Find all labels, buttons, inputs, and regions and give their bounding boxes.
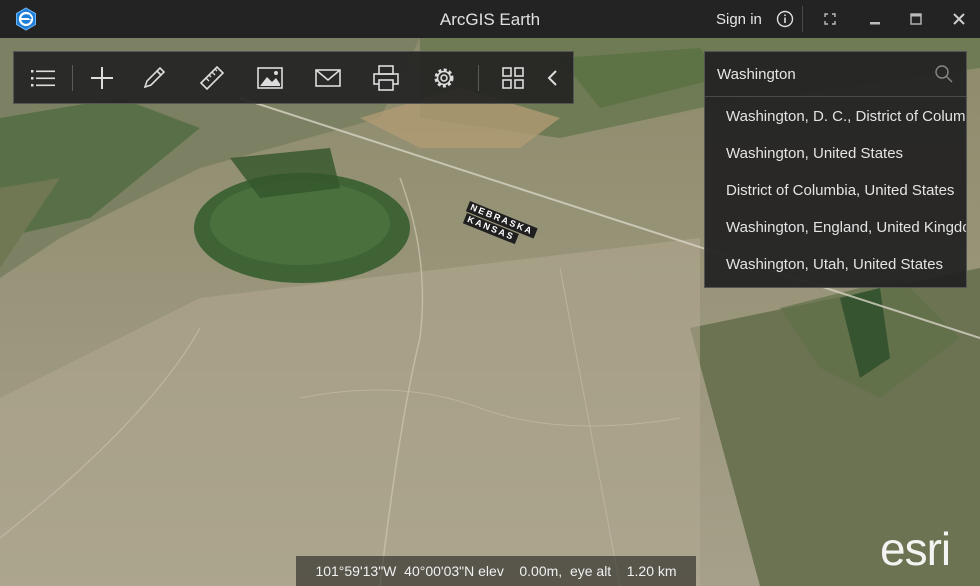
menu-icon bbox=[31, 70, 55, 87]
minimize-icon[interactable] bbox=[864, 8, 886, 30]
maximize-icon[interactable] bbox=[905, 8, 927, 30]
info-icon[interactable] bbox=[774, 8, 796, 30]
menu-button[interactable] bbox=[28, 63, 58, 93]
mail-icon bbox=[315, 69, 341, 87]
measure-icon bbox=[199, 65, 225, 91]
search-results-list: Washington, D. C., District of Columbia … bbox=[705, 98, 966, 283]
title-bar: ArcGIS Earth Sign in bbox=[0, 0, 980, 38]
print-button[interactable] bbox=[371, 63, 401, 93]
measure-button[interactable] bbox=[197, 63, 227, 93]
image-button[interactable] bbox=[255, 63, 285, 93]
add-button[interactable] bbox=[87, 63, 117, 93]
settings-icon bbox=[434, 68, 454, 88]
draw-icon bbox=[143, 66, 166, 89]
grid-button[interactable] bbox=[498, 63, 528, 93]
search-result-item[interactable]: District of Columbia, United States bbox=[705, 172, 966, 209]
search-icon[interactable] bbox=[934, 64, 954, 84]
search-result-item[interactable]: Washington, D. C., District of Columbia bbox=[705, 98, 966, 135]
search-input[interactable] bbox=[705, 52, 966, 97]
fullscreen-icon[interactable] bbox=[819, 8, 841, 30]
close-icon[interactable] bbox=[948, 8, 970, 30]
draw-button[interactable] bbox=[139, 63, 169, 93]
search-result-item[interactable]: Washington, Utah, United States bbox=[705, 246, 966, 283]
search-result-item[interactable]: Washington, England, United Kingdom bbox=[705, 209, 966, 246]
mail-button[interactable] bbox=[313, 63, 343, 93]
settings-button[interactable] bbox=[429, 63, 459, 93]
chevron-left-icon bbox=[547, 70, 557, 86]
search-panel: Washington, D. C., District of Columbia … bbox=[704, 51, 967, 288]
arcgis-earth-logo-icon bbox=[16, 7, 36, 31]
image-icon bbox=[257, 67, 283, 89]
toolbar-separator bbox=[72, 65, 73, 91]
collapse-toolbar-button[interactable] bbox=[538, 63, 568, 93]
main-toolbar bbox=[13, 51, 574, 104]
title-separator bbox=[802, 6, 803, 32]
sign-in-link[interactable]: Sign in bbox=[716, 11, 762, 28]
print-icon bbox=[373, 65, 399, 91]
esri-logo: esri bbox=[880, 523, 951, 575]
add-icon bbox=[91, 67, 113, 89]
search-result-item[interactable]: Washington, United States bbox=[705, 135, 966, 172]
grid-icon bbox=[502, 67, 524, 89]
coordinate-status-bar: 101°59'13"W 40°00'03"N elev 0.00m, eye a… bbox=[296, 556, 696, 586]
toolbar-separator bbox=[478, 65, 479, 91]
